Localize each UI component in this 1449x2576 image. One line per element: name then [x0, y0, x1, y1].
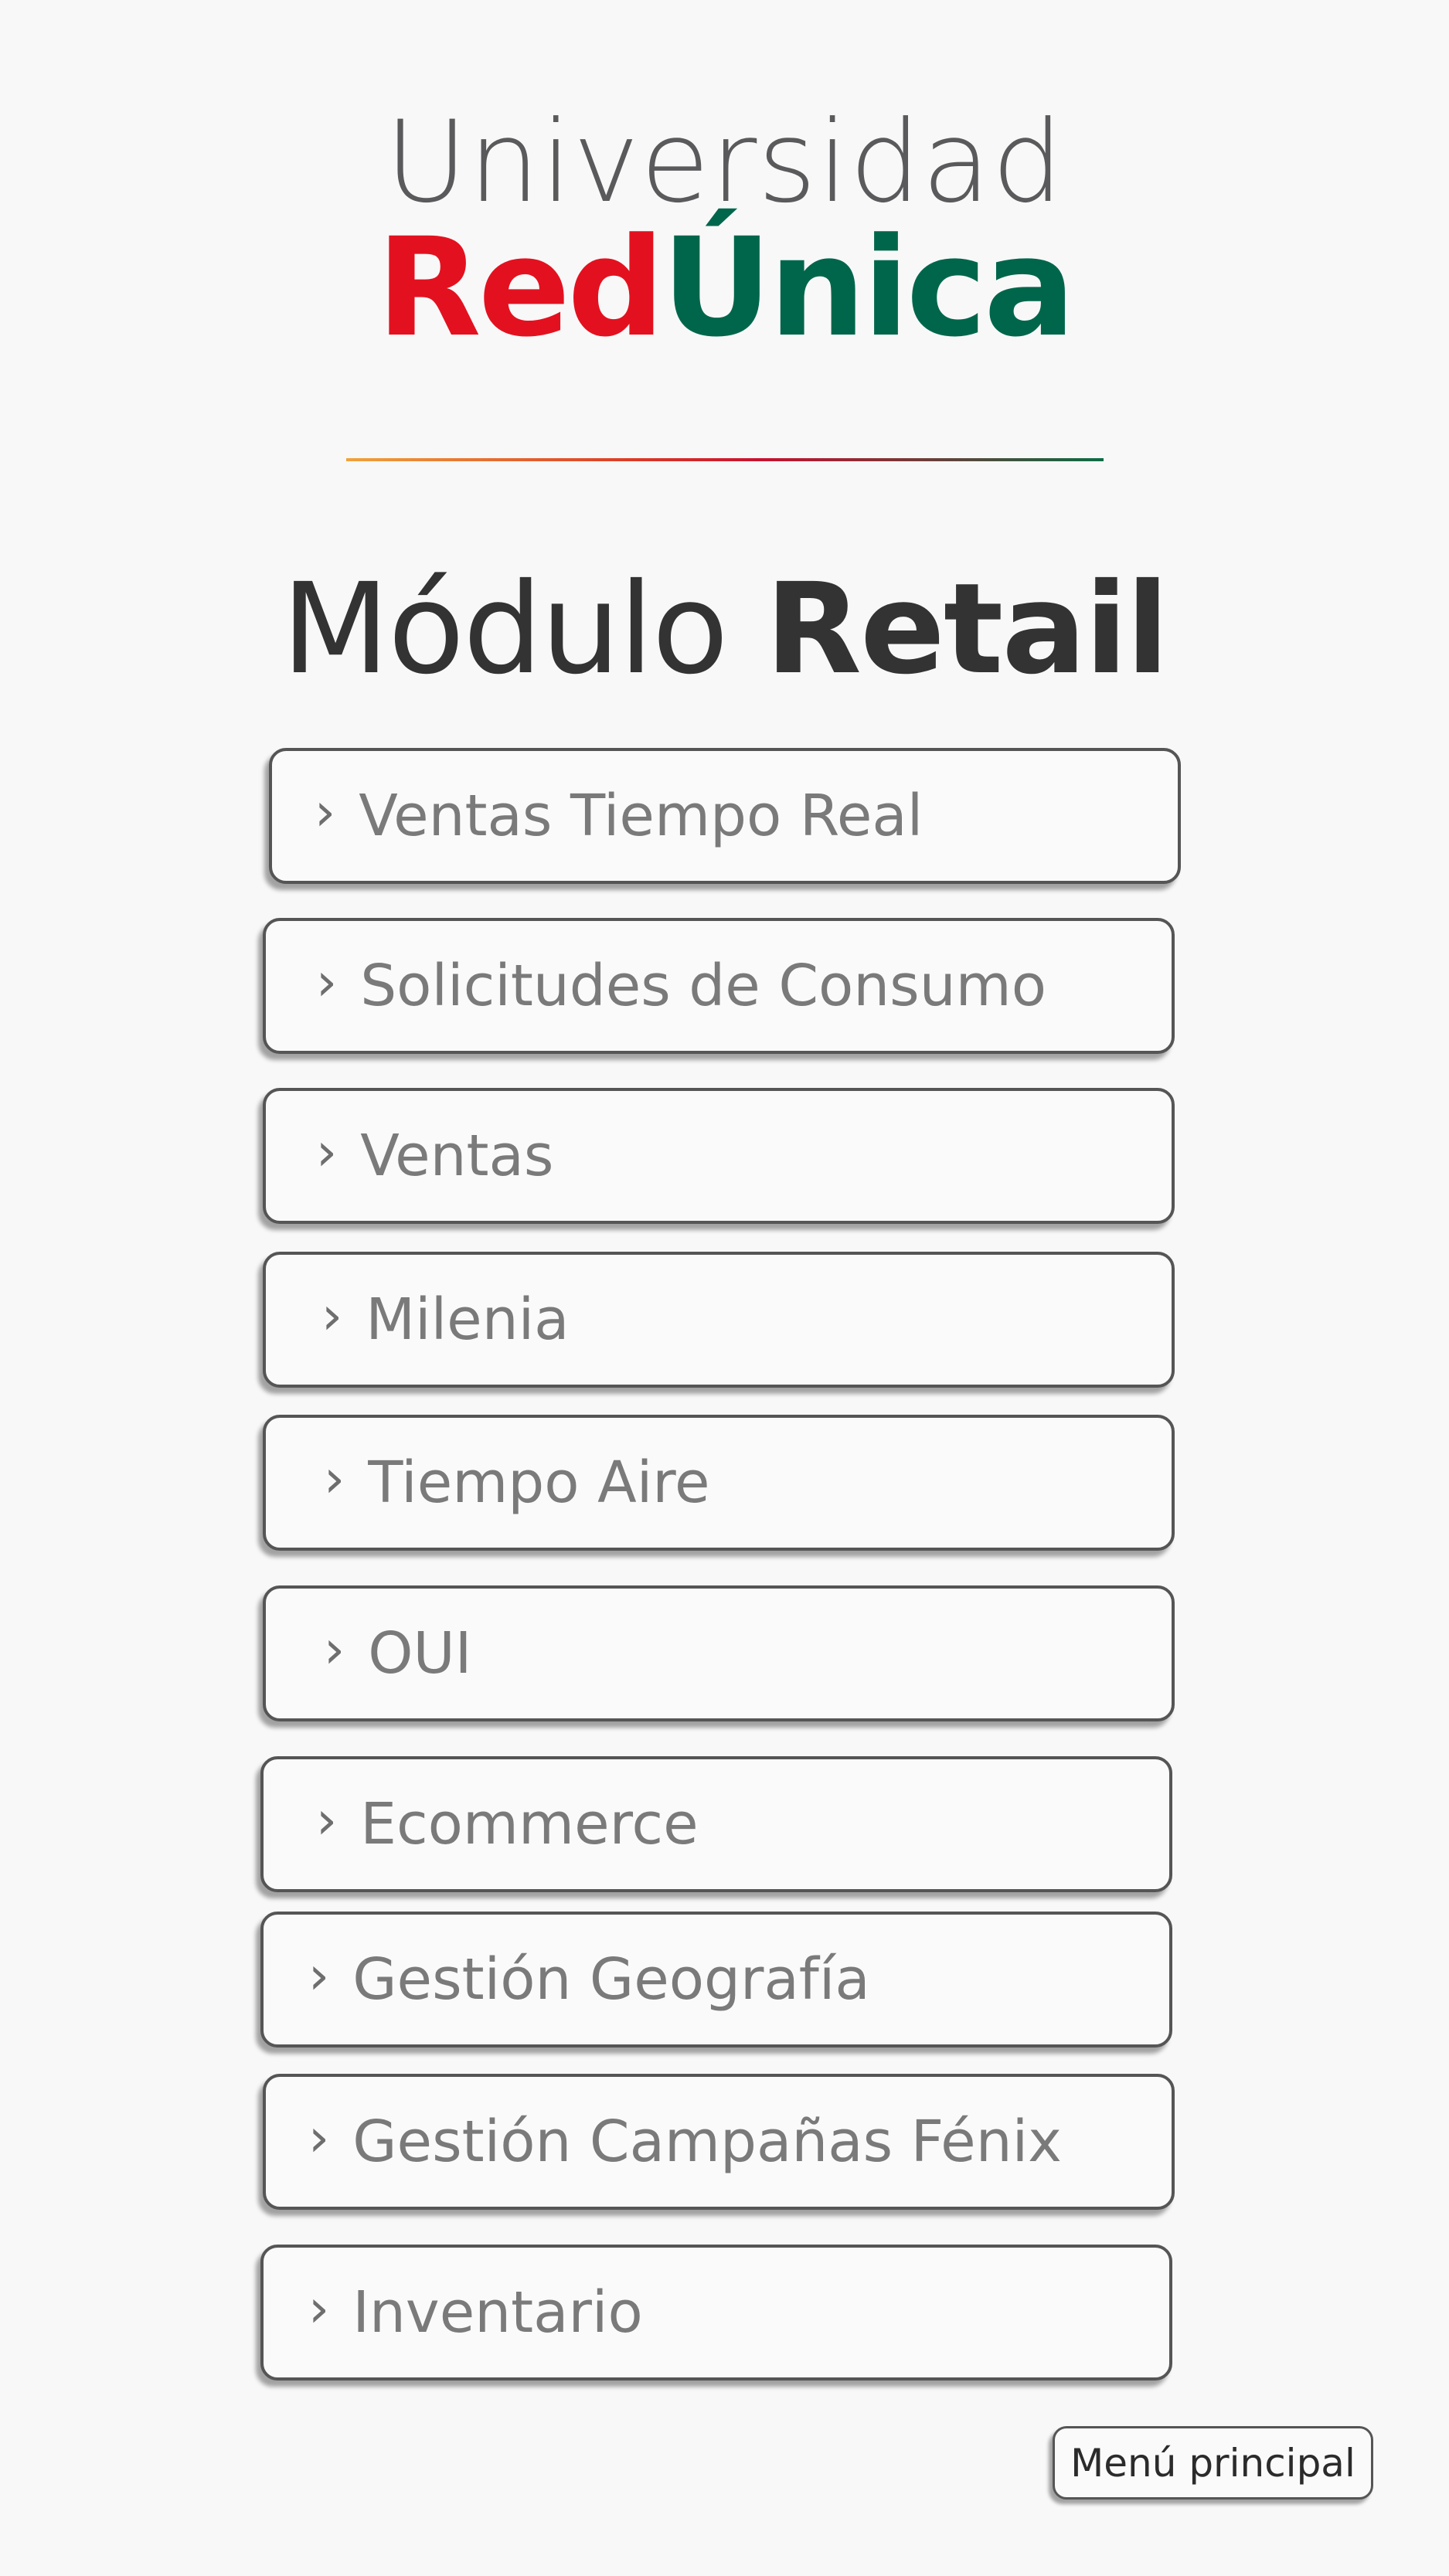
main-menu-button[interactable]: Menú principal — [1053, 2426, 1373, 2500]
chevron-right-icon: › — [316, 1790, 338, 1851]
chevron-right-icon: › — [324, 1619, 345, 1681]
menu-item-solicitudes-de-consumo[interactable]: › Solicitudes de Consumo — [263, 918, 1175, 1054]
chevron-right-icon: › — [308, 2108, 330, 2169]
chevron-right-icon: › — [316, 952, 338, 1013]
gradient-divider — [346, 458, 1104, 461]
chevron-right-icon: › — [316, 1122, 338, 1183]
menu-item-label: Ventas — [360, 1123, 554, 1189]
menu-item-label: Solicitudes de Consumo — [360, 953, 1046, 1019]
chevron-right-icon: › — [321, 1286, 343, 1347]
menu-item-label: Tiempo Aire — [368, 1449, 710, 1516]
menu-item-gestion-geografia[interactable]: › Gestión Geografía — [260, 1912, 1172, 2048]
menu-item-gestion-campanas-fenix[interactable]: › Gestión Campañas Fénix — [263, 2074, 1175, 2210]
logo-brand-text: RedÚnica — [0, 219, 1449, 358]
chevron-right-icon: › — [308, 1946, 330, 2007]
menu-item-label: Ventas Tiempo Real — [359, 783, 923, 849]
menu-item-label: Inventario — [352, 2279, 643, 2346]
menu-item-oui[interactable]: › OUI — [263, 1585, 1175, 1721]
menu-item-label: Gestión Campañas Fénix — [352, 2109, 1062, 2175]
chevron-right-icon: › — [315, 782, 336, 843]
logo-green-part: Única — [662, 209, 1076, 367]
chevron-right-icon: › — [324, 1449, 345, 1510]
university-logo: Universidad RedÚnica — [0, 104, 1449, 358]
page-title: Módulo Retail — [0, 556, 1449, 703]
logo-red-part: Red — [376, 209, 665, 367]
chevron-right-icon: › — [308, 2279, 330, 2340]
menu-item-label: OUI — [368, 1620, 472, 1687]
menu-item-ecommerce[interactable]: › Ecommerce — [260, 1756, 1172, 1892]
menu-item-ventas-tiempo-real[interactable]: › Ventas Tiempo Real — [269, 748, 1181, 884]
page-title-light: Módulo — [281, 557, 766, 702]
menu-item-inventario[interactable]: › Inventario — [260, 2245, 1172, 2381]
logo-university-text: Universidad — [385, 97, 1064, 228]
menu-item-milenia[interactable]: › Milenia — [263, 1252, 1175, 1388]
page-title-bold: Retail — [765, 557, 1168, 702]
menu-item-ventas[interactable]: › Ventas — [263, 1088, 1175, 1224]
menu-item-label: Gestión Geografía — [352, 1946, 870, 2013]
menu-item-label: Ecommerce — [360, 1791, 699, 1857]
menu-item-tiempo-aire[interactable]: › Tiempo Aire — [263, 1415, 1175, 1551]
menu-item-label: Milenia — [366, 1286, 570, 1353]
